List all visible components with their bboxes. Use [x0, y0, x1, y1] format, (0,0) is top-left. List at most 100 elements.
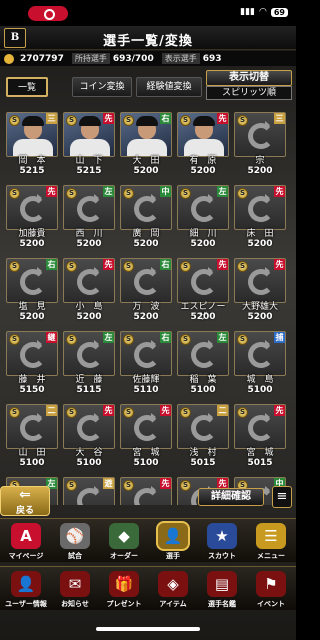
- player-spirits: 5100: [247, 385, 273, 395]
- player-card[interactable]: S 先加藤貴 5200: [6, 185, 58, 249]
- position-badge: 右: [160, 259, 171, 270]
- player-card[interactable]: S遊: [63, 477, 115, 505]
- nav_main-item-5[interactable]: ☰ メニュー: [248, 521, 294, 561]
- position-badge: 先: [217, 113, 228, 124]
- player-name: 万 波: [132, 302, 160, 312]
- player-name: 近 藤: [75, 375, 103, 385]
- player-card[interactable]: S先宮 城 5100: [120, 404, 172, 468]
- player-placeholder: S先: [63, 258, 115, 303]
- nav_main-item-4[interactable]: ★ スカウト: [199, 521, 245, 561]
- player-card[interactable]: S継藤 井 5150: [6, 331, 58, 395]
- player-card[interactable]: S先床 田 5200: [234, 185, 286, 249]
- home-indicator: [96, 627, 200, 631]
- nav_sub-item-1[interactable]: ✉ お知らせ: [52, 569, 98, 609]
- sort-order-label[interactable]: スピリッツ順: [206, 86, 292, 100]
- player-name: 有 原: [189, 156, 217, 166]
- player-placeholder: S捕: [234, 331, 286, 376]
- refresh-icon: [134, 340, 160, 368]
- player-name: 宗: [255, 156, 265, 166]
- rank-badge: S: [180, 188, 191, 199]
- tab-coin-convert[interactable]: コイン変換: [72, 77, 132, 97]
- player-spirits: 5200: [76, 239, 102, 249]
- player-card[interactable]: S 右佐藤輝 5110: [120, 331, 172, 395]
- player-card[interactable]: S二山 田 5100: [6, 404, 58, 468]
- player-card[interactable]: S先山 下 5215: [63, 112, 115, 176]
- tab-list[interactable]: 一覧: [6, 77, 48, 97]
- player-card[interactable]: S先: [120, 477, 172, 505]
- player-placeholder: S右: [6, 258, 58, 303]
- position-badge: 右: [160, 113, 171, 124]
- status-icons: ▮▮▮ ◠ 69: [240, 7, 288, 17]
- player-card[interactable]: S左近 藤 5115: [63, 331, 115, 395]
- nav_sub-item-3[interactable]: ◈ アイテム: [150, 569, 196, 609]
- tab-exp-convert[interactable]: 経験値変換: [136, 77, 202, 97]
- player-card[interactable]: S先宮 城 5015: [234, 404, 286, 468]
- signal-icon: ▮▮▮: [240, 7, 255, 17]
- nav_main-icon: ⚾: [60, 523, 90, 549]
- player-card[interactable]: S右塩 見 5200: [6, 258, 58, 322]
- position-badge: 先: [217, 259, 228, 270]
- player-card[interactable]: S中廣 岡 5200: [120, 185, 172, 249]
- nav_main-item-3[interactable]: 👤 選手: [150, 521, 196, 561]
- nav_main-item-2[interactable]: ◆ オーダー: [101, 521, 147, 561]
- player-card[interactable]: S左西 川 5200: [63, 185, 115, 249]
- bars-icon[interactable]: ≡: [272, 486, 292, 508]
- player-name: 廣 岡: [132, 229, 160, 239]
- rank-badge: S: [66, 188, 77, 199]
- refresh-icon: [134, 413, 160, 441]
- rank-badge: S: [237, 115, 248, 126]
- nav_main-label: メニュー: [257, 552, 285, 560]
- position-badge: 先: [160, 405, 171, 416]
- rank-badge: S: [123, 188, 134, 199]
- rank-badge: S: [180, 334, 191, 345]
- nav_main-item-0[interactable]: A マイページ: [3, 521, 49, 561]
- player-spirits: 5200: [76, 312, 102, 322]
- nav_main-icon: ☰: [256, 523, 286, 549]
- nav_main-label: マイページ: [8, 552, 44, 560]
- detail-confirm-button[interactable]: 詳細確認: [198, 488, 264, 506]
- nav_main-item-1[interactable]: ⚾ 試合: [52, 521, 98, 561]
- position-badge: 継: [46, 332, 57, 343]
- player-card[interactable]: S 三宗 5200: [234, 112, 286, 176]
- player-card[interactable]: S先有 原 5200: [177, 112, 229, 176]
- rank-badge: S: [180, 261, 191, 272]
- display-switch-button[interactable]: 表示切替: [206, 70, 292, 86]
- nav_main-icon: ★: [207, 523, 237, 549]
- player-spirits: 5015: [247, 458, 273, 468]
- back-button[interactable]: ⇐ 戻る: [0, 486, 50, 516]
- player-card[interactable]: S先大 谷 5100: [63, 404, 115, 468]
- rank-badge: S: [237, 334, 248, 345]
- player-name: 塩 見: [18, 302, 46, 312]
- player-card[interactable]: S二浅 村 5015: [177, 404, 229, 468]
- player-card[interactable]: S 先大野雄大 5200: [234, 258, 286, 322]
- player-placeholder: S左: [177, 185, 229, 230]
- player-card[interactable]: S右大 田 5200: [120, 112, 172, 176]
- player-card[interactable]: S左細 川 5200: [177, 185, 229, 249]
- refresh-icon: [191, 413, 217, 441]
- nav_sub-item-5[interactable]: ⚑ イベント: [248, 569, 294, 609]
- player-placeholder: S遊: [63, 477, 115, 505]
- player-card[interactable]: S左稲 葉 5100: [177, 331, 229, 395]
- coin-count: 2707797: [20, 53, 64, 64]
- player-placeholder: S右: [120, 331, 172, 376]
- rank-badge: S: [123, 407, 134, 418]
- position-badge: 左: [103, 186, 114, 197]
- nav_sub-item-0[interactable]: 👤 ユーザー情報: [3, 569, 49, 609]
- nav_main-label: オーダー: [110, 552, 138, 560]
- nav_sub-icon: ⚑: [256, 571, 286, 597]
- player-card[interactable]: S先小 島 5200: [63, 258, 115, 322]
- nav_main-label: スカウト: [208, 552, 236, 560]
- player-card[interactable]: S右万 波 5200: [120, 258, 172, 322]
- player-name: 稲 葉: [189, 375, 217, 385]
- nav_sub-label: お知らせ: [61, 600, 89, 608]
- nav_sub-item-2[interactable]: 🎁 プレゼント: [101, 569, 147, 609]
- player-placeholder: S先: [234, 258, 286, 303]
- position-badge: 三: [274, 113, 285, 124]
- player-card[interactable]: S捕城 島 5100: [234, 331, 286, 395]
- player-card[interactable]: S三岡 本 5215: [6, 112, 58, 176]
- rank-badge: S: [123, 334, 134, 345]
- sub-nav: 👤 ユーザー情報 ✉ お知らせ 🎁 プレゼント ◈ アイテム ▤ 選手名鑑 ⚑ イベント: [0, 566, 296, 610]
- position-badge: 右: [46, 259, 57, 270]
- nav_sub-item-4[interactable]: ▤ 選手名鑑: [199, 569, 245, 609]
- player-card[interactable]: S 先エスピノーザ 5200: [177, 258, 229, 322]
